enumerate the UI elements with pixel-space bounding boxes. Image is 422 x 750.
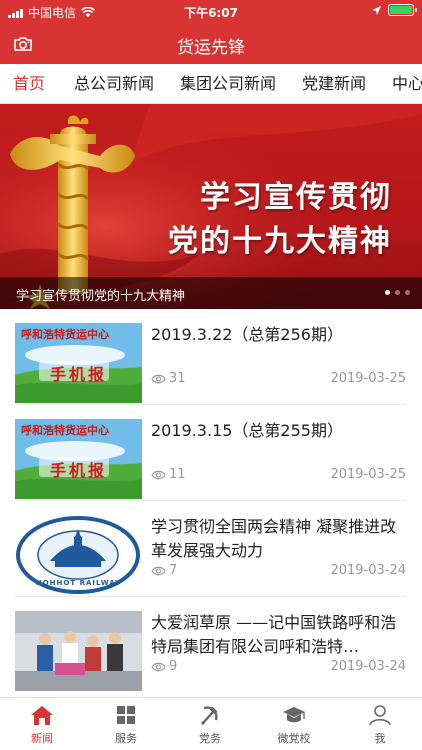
page-title: 货运先锋 — [177, 38, 245, 58]
view-count: 31 — [151, 371, 186, 386]
app-header: 货运先锋 — [0, 24, 422, 64]
tab-label: 微党校 — [277, 732, 311, 745]
banner-headline-line2: 党的十九大精神 — [168, 224, 392, 259]
news-date: 2019-03-25 — [330, 371, 406, 386]
news-list-item[interactable]: HOHHOT RAILWAY 学习贯彻全国两会精神 凝聚推进改革发展强大动力 7… — [0, 501, 422, 597]
grid-icon — [117, 706, 135, 724]
tab-micro-party-school[interactable]: 微党校 — [252, 698, 336, 750]
view-count: 11 — [151, 467, 186, 482]
view-count-value: 11 — [169, 467, 186, 482]
news-list-item[interactable]: 大爱润草原 ——记中国铁路呼和浩特局集团有限公司呼和浩特… 9 2019-03-… — [0, 597, 422, 693]
bottom-tab-bar: 新闻 服务 党务 微党校 我 — [0, 697, 422, 750]
location-arrow-icon — [372, 5, 381, 15]
tab-party-affairs[interactable]: 党务 — [168, 698, 252, 750]
news-date: 2019-03-24 — [330, 563, 406, 578]
news-title: 2019.3.22（总第256期） — [151, 325, 343, 344]
thumbnail-top-text: 呼和浩特货运中心 — [21, 424, 109, 437]
carousel-dot — [385, 290, 390, 295]
tab-services[interactable]: 服务 — [84, 698, 168, 750]
news-list-item[interactable]: 呼和浩特货运中心 手机报 2019.3.15（总第255期） 11 2019-0… — [0, 405, 422, 501]
thumbnail-main-text: 手机报 — [49, 461, 107, 480]
thumbnail-top-text: 呼和浩特货运中心 — [21, 328, 109, 341]
tab-head-office-news[interactable]: 总公司新闻 — [74, 64, 154, 103]
news-list-item[interactable]: 呼和浩特货运中心 手机报 2019.3.22（总第256期） 31 2019-0… — [0, 309, 422, 405]
news-thumbnail — [15, 611, 142, 691]
eye-icon — [151, 374, 166, 383]
station-photo-image — [15, 611, 142, 691]
news-date: 2019-03-24 — [330, 659, 406, 674]
view-count-value: 31 — [169, 371, 186, 386]
tab-home[interactable]: 首页 — [13, 64, 45, 103]
news-thumbnail: HOHHOT RAILWAY — [15, 515, 142, 595]
carousel-indicator — [385, 290, 410, 295]
news-thumbnail: 呼和浩特货运中心 手机报 — [15, 419, 142, 499]
news-date: 2019-03-25 — [330, 467, 406, 482]
battery-icon — [388, 4, 417, 16]
banner-caption-bar: 学习宣传贯彻党的十九大精神 — [0, 277, 422, 309]
view-count: 9 — [151, 659, 177, 674]
view-count-value: 9 — [169, 659, 178, 674]
status-bar: 中国电信 下午6:07 — [0, 0, 422, 24]
eye-icon — [151, 662, 166, 671]
tab-center[interactable]: 中心 — [392, 64, 422, 103]
clock: 下午6:07 — [184, 6, 238, 20]
news-title: 2019.3.15（总第255期） — [151, 421, 343, 440]
tab-label: 服务 — [115, 732, 137, 745]
tab-news[interactable]: 新闻 — [0, 698, 84, 750]
banner-headline-line1: 学习宣传贯彻 — [200, 180, 392, 215]
home-icon — [31, 706, 53, 725]
category-tabs: 首页 总公司新闻 集团公司新闻 党建新闻 中心 — [0, 64, 422, 104]
view-count: 7 — [151, 563, 177, 578]
thumbnail-main-text: 手机报 — [49, 365, 107, 384]
tab-label: 党务 — [199, 732, 221, 745]
eye-icon — [151, 470, 166, 479]
tab-group-company-news[interactable]: 集团公司新闻 — [180, 64, 276, 103]
person-icon — [369, 705, 391, 726]
news-title: 学习贯彻全国两会精神 凝聚推进改革发展强大动力 — [151, 517, 397, 560]
carousel-dot — [395, 290, 400, 295]
hammer-sickle-icon — [201, 706, 218, 725]
view-count-value: 7 — [169, 563, 178, 578]
tab-label: 我 — [374, 732, 386, 745]
graduation-cap-icon — [283, 707, 305, 723]
news-title: 大爱润草原 ——记中国铁路呼和浩特局集团有限公司呼和浩特… — [151, 613, 397, 656]
logo-text: HOHHOT RAILWAY — [35, 579, 122, 587]
news-thumbnail: 呼和浩特货运中心 手机报 — [15, 323, 142, 403]
eye-icon — [151, 566, 166, 575]
carousel-dot — [405, 290, 410, 295]
tab-party-building-news[interactable]: 党建新闻 — [302, 64, 366, 103]
tab-me[interactable]: 我 — [338, 698, 422, 750]
tab-label: 新闻 — [31, 732, 53, 745]
banner-carousel[interactable]: 学习宣传贯彻 党的十九大精神 学习宣传贯彻党的十九大精神 — [0, 104, 422, 309]
banner-caption: 学习宣传贯彻党的十九大精神 — [16, 289, 186, 304]
